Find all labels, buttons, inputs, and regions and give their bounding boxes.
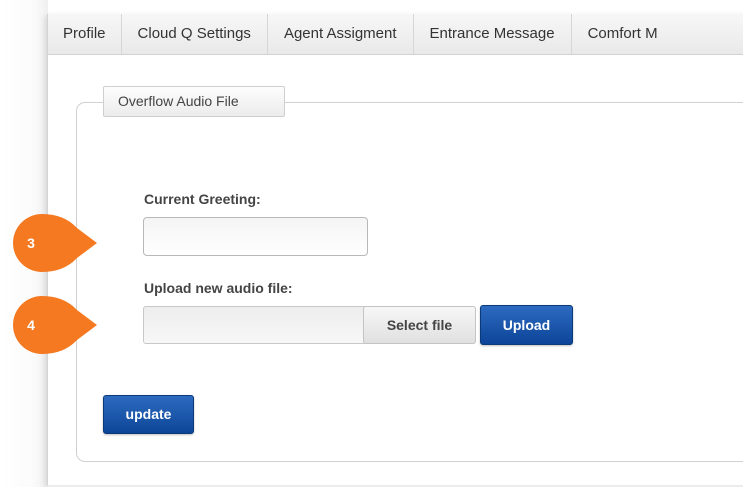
current-greeting-field[interactable] xyxy=(143,217,368,256)
marker-4-number: 4 xyxy=(27,317,35,333)
update-button[interactable]: update xyxy=(103,395,194,434)
tab-profile[interactable]: Profile xyxy=(48,14,122,54)
tab-entrance-message[interactable]: Entrance Message xyxy=(414,14,572,54)
select-file-button[interactable]: Select file xyxy=(363,306,476,344)
step-marker-3: 3 xyxy=(11,212,101,274)
fieldset-legend: Overflow Audio File xyxy=(103,86,285,117)
tab-agent-assignment[interactable]: Agent Assigment xyxy=(268,14,414,54)
tab-cloud-q-settings[interactable]: Cloud Q Settings xyxy=(122,14,268,54)
upload-button[interactable]: Upload xyxy=(480,305,573,345)
marker-3-number: 3 xyxy=(27,235,35,251)
upload-file-label: Upload new audio file: xyxy=(144,280,293,296)
step-marker-4: 4 xyxy=(11,294,101,356)
tab-comfort-message[interactable]: Comfort M xyxy=(572,14,674,54)
tab-bar: Profile Cloud Q Settings Agent Assigment… xyxy=(48,14,743,55)
current-greeting-label: Current Greeting: xyxy=(144,191,261,207)
